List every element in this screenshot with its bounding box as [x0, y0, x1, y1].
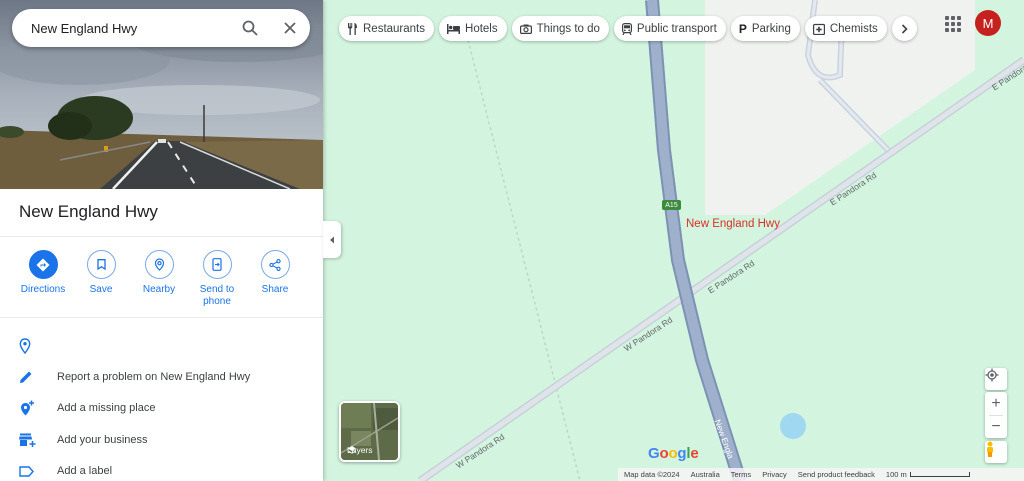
google-apps-button[interactable] [943, 14, 961, 32]
share-button[interactable]: Share [246, 250, 304, 308]
layers-icon [348, 446, 356, 454]
terms-link[interactable]: Terms [731, 470, 751, 479]
action-label: Nearby [142, 284, 176, 295]
divider [0, 236, 323, 237]
add-location-icon [21, 400, 34, 416]
fork-knife-icon [348, 22, 357, 35]
pin-label[interactable]: New England Hwy [686, 218, 780, 230]
pegman-icon [987, 441, 993, 457]
add-business-icon [19, 433, 36, 447]
search-button[interactable] [230, 9, 270, 47]
action-label: Share [261, 284, 289, 295]
close-icon [284, 22, 296, 34]
search-box [12, 9, 310, 47]
scale-indicator[interactable]: 100 m [886, 470, 970, 479]
zoom-controls: + − [985, 392, 1007, 438]
user-avatar[interactable]: M [975, 10, 1001, 36]
action-label: Send to phone [199, 284, 235, 307]
caret-left-icon [330, 236, 334, 243]
send-to-phone-button[interactable]: Send to phone [188, 250, 246, 308]
nearby-button[interactable]: Nearby [130, 250, 188, 308]
location-outline-icon [19, 338, 31, 354]
privacy-link[interactable]: Privacy [762, 470, 787, 479]
chip-parking[interactable]: P Parking [730, 16, 800, 41]
directions-icon [36, 258, 50, 271]
phone-icon [212, 258, 222, 271]
info-row-label: Add a label [57, 465, 113, 477]
chip-label: Restaurants [363, 22, 426, 35]
map-footer: Map data ©2024 Australia Terms Privacy S… [618, 468, 1024, 481]
street-view-photo[interactable] [0, 0, 323, 189]
apps-grid-icon [945, 16, 949, 20]
layers-button[interactable]: Layers [339, 401, 400, 462]
nearby-icon [154, 258, 164, 271]
zoom-in-button[interactable]: + [985, 392, 1007, 415]
camera-icon [519, 24, 532, 34]
road-shield-a15: A15 [662, 200, 681, 210]
side-panel: New England Hwy Directions Save Nearby S… [0, 0, 323, 481]
chip-things-to-do[interactable]: Things to do [511, 16, 609, 41]
info-row-label: Report a problem on New England Hwy [57, 371, 251, 383]
train-icon [621, 22, 632, 35]
chip-restaurants[interactable]: Restaurants [339, 16, 435, 41]
search-icon [242, 20, 258, 36]
report-problem-row[interactable]: Report a problem on New England Hwy [0, 362, 323, 392]
add-business-row[interactable]: Add your business [0, 425, 323, 455]
save-button[interactable]: Save [72, 250, 130, 308]
chip-label: Public transport [636, 22, 717, 35]
country-link[interactable]: Australia [691, 470, 720, 479]
divider [0, 317, 323, 318]
scale-text: 100 m [885, 470, 907, 479]
chip-label: Parking [751, 22, 791, 35]
chevron-right-icon [901, 23, 908, 34]
place-title: New England Hwy [19, 202, 158, 221]
parking-icon: P [738, 21, 747, 36]
info-row-label: Add your business [57, 434, 148, 446]
scale-bar [909, 472, 970, 477]
info-row-label: Add a missing place [57, 402, 156, 414]
chip-label: Hotels [465, 22, 498, 35]
action-label: Directions [20, 284, 66, 295]
chip-hotels[interactable]: Hotels [439, 16, 507, 41]
google-logo: Google [648, 445, 699, 462]
action-label: Save [89, 284, 113, 295]
category-chips: Restaurants Hotels Things to do Public t… [339, 16, 917, 41]
label-icon [19, 465, 34, 477]
my-location-icon [985, 368, 999, 382]
chip-label: Chemists [829, 22, 878, 35]
add-label-row[interactable]: Add a label [0, 456, 323, 481]
share-icon [269, 258, 281, 271]
info-row-location[interactable] [0, 331, 323, 361]
pegman-button[interactable] [985, 441, 1007, 463]
bed-icon [447, 23, 461, 34]
pharmacy-icon [812, 23, 825, 35]
map-track [467, 39, 581, 481]
close-button[interactable] [270, 9, 310, 47]
zoom-out-button[interactable]: − [985, 415, 1007, 438]
bookmark-icon [96, 259, 106, 270]
pencil-icon [20, 371, 32, 383]
chip-label: Things to do [536, 22, 600, 35]
action-buttons: Directions Save Nearby Send to phone Sha… [14, 250, 314, 308]
chip-public-transport[interactable]: Public transport [613, 16, 726, 41]
chip-chemists[interactable]: Chemists [804, 16, 887, 41]
my-location-button[interactable] [985, 368, 1007, 390]
chips-next-button[interactable] [891, 16, 917, 41]
map-data-text: Map data ©2024 [624, 470, 680, 479]
layers-label: Layers [347, 445, 373, 455]
search-input[interactable] [12, 9, 230, 47]
add-missing-place-row[interactable]: Add a missing place [0, 393, 323, 423]
feedback-link[interactable]: Send product feedback [798, 470, 875, 479]
directions-button[interactable]: Directions [14, 250, 72, 308]
collapse-panel-button[interactable] [323, 221, 341, 258]
map-pond [780, 413, 806, 439]
